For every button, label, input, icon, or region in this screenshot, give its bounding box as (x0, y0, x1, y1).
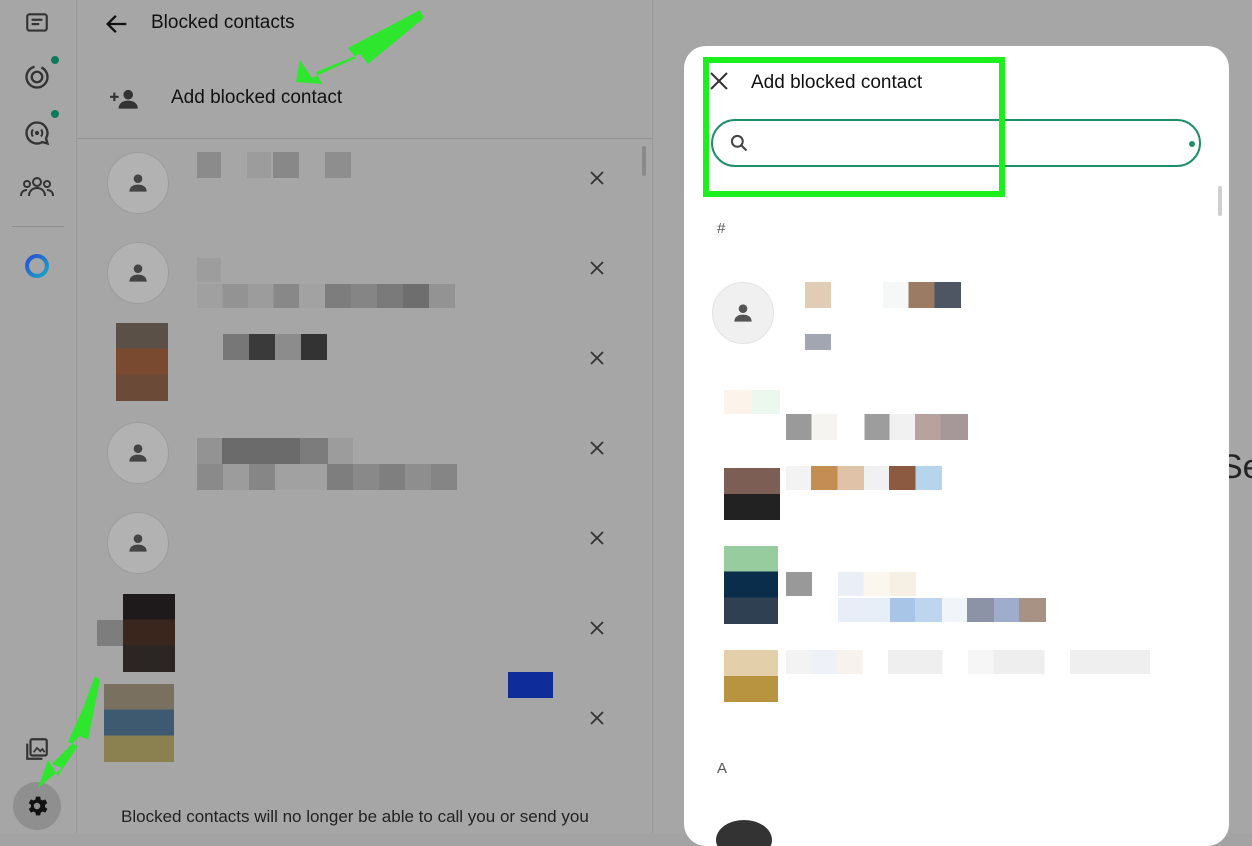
annotation-arrows (38, 10, 424, 788)
annotation-arrow-settings (38, 676, 100, 788)
annotation-arrow-add (296, 10, 424, 84)
